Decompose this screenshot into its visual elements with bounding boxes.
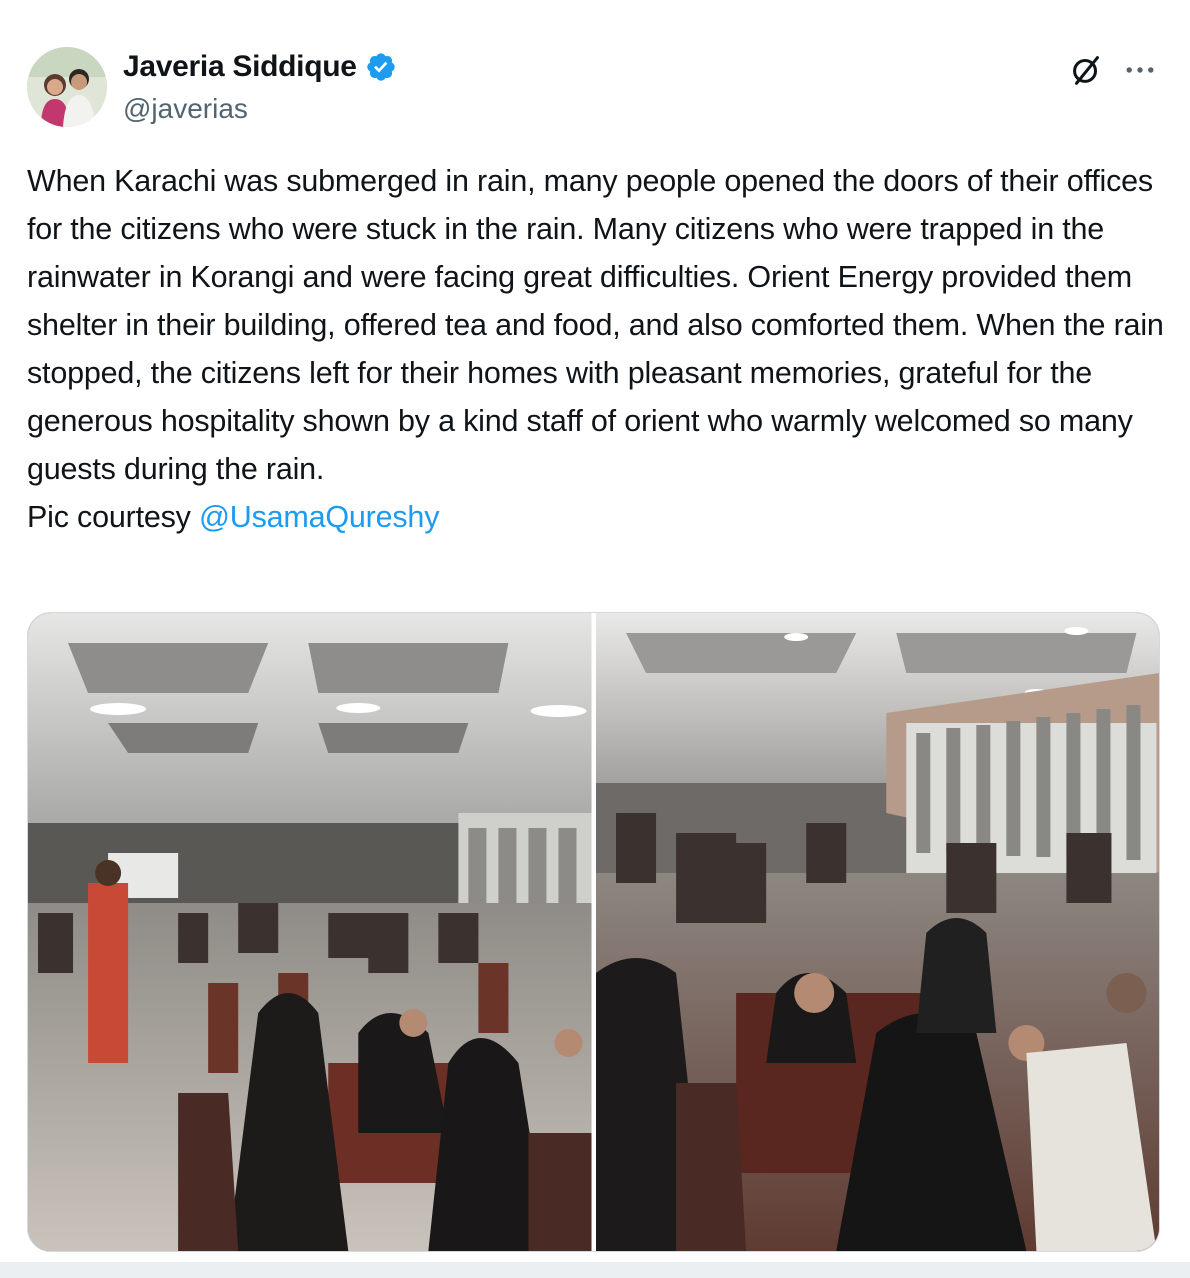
grok-icon bbox=[1073, 56, 1099, 85]
cafeteria-photo-right bbox=[595, 613, 1159, 1251]
mention-link[interactable]: @UsamaQureshy bbox=[199, 500, 439, 534]
more-options-icon bbox=[1126, 67, 1154, 73]
verified-badge-icon[interactable] bbox=[365, 51, 397, 83]
tweet-body-text: When Karachi was submerged in rain, many… bbox=[27, 164, 1164, 486]
cafeteria-photo-left bbox=[28, 613, 592, 1251]
avatar-photo-icon bbox=[27, 47, 107, 127]
photo-right[interactable] bbox=[595, 613, 1159, 1251]
author-handle[interactable]: @javerias bbox=[123, 93, 248, 125]
tweet-text: When Karachi was submerged in rain, many… bbox=[27, 157, 1167, 541]
more-options-button[interactable] bbox=[1118, 50, 1162, 90]
media-grid bbox=[27, 612, 1160, 1252]
author-display-name[interactable]: Javeria Siddique bbox=[123, 50, 357, 84]
courtesy-prefix: Pic courtesy bbox=[27, 500, 199, 534]
bottom-divider bbox=[0, 1262, 1190, 1278]
author-name-row: Javeria Siddique bbox=[123, 50, 397, 84]
author-avatar[interactable] bbox=[27, 47, 107, 127]
tweet-card: Javeria Siddique @javerias When Karachi … bbox=[0, 0, 1190, 1278]
photo-left[interactable] bbox=[28, 613, 592, 1251]
courtesy-line: Pic courtesy @UsamaQureshy bbox=[27, 493, 1167, 541]
grok-button[interactable] bbox=[1066, 50, 1106, 90]
